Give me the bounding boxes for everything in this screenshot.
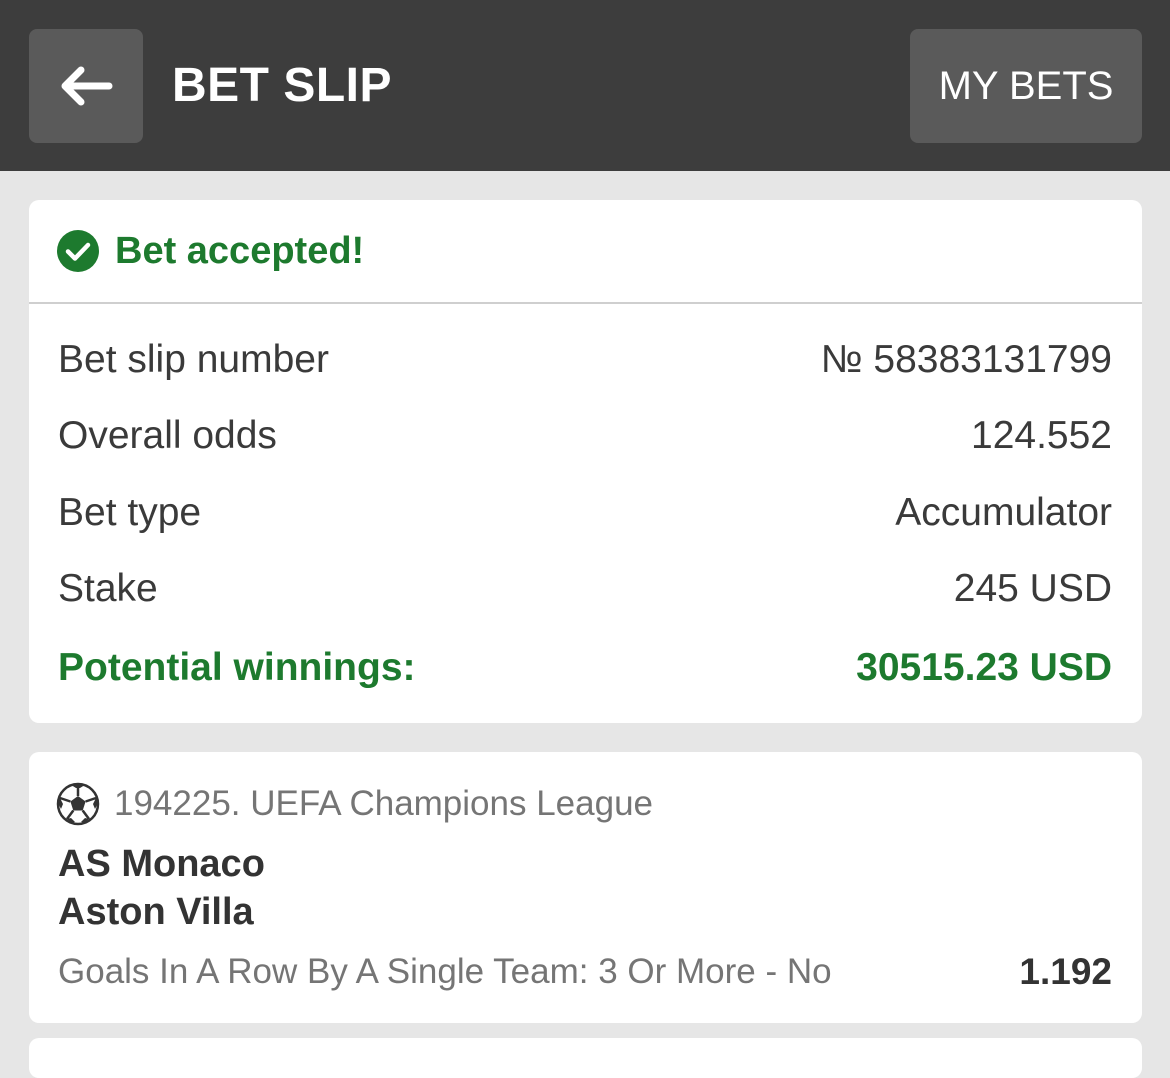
top-bar: BET SLIP MY BETS [0,0,1170,171]
league-line: 194225. UEFA Champions League [56,780,653,828]
event-card[interactable]: 194225. UEFA Champions League AS Monaco … [29,752,1142,1023]
bet-type-row: Bet type Accumulator [58,488,1112,538]
check-circle-icon [57,230,99,272]
page-title: BET SLIP [172,59,393,112]
team-home: AS Monaco [58,843,265,885]
market-row: Goals In A Row By A Single Team: 3 Or Mo… [58,948,1112,996]
league-name: 194225. UEFA Champions League [114,784,653,823]
detail-value: № 58383131799 [820,338,1112,381]
event-odds: 1.192 [1019,951,1112,992]
detail-label: Overall odds [58,414,277,457]
next-event-card[interactable] [29,1038,1142,1078]
detail-label: Bet type [58,491,202,534]
market-name: Goals In A Row By A Single Team: 3 Or Mo… [58,952,832,991]
my-bets-button[interactable]: MY BETS [910,29,1142,143]
bet-slip-number-row: Bet slip number № 58383131799 [58,335,1112,385]
overall-odds-row: Overall odds 124.552 [58,411,1112,461]
detail-value: 124.552 [971,414,1112,457]
potential-winnings-label: Potential winnings: [58,646,416,689]
team-away: Aston Villa [58,891,254,933]
back-button[interactable] [29,29,143,143]
bet-summary-card: Bet accepted! Bet slip number № 58383131… [29,200,1142,723]
bet-accepted-banner: Bet accepted! [29,200,1142,304]
arrow-left-icon [61,66,113,106]
detail-label: Bet slip number [58,338,329,381]
bet-accepted-text: Bet accepted! [115,229,365,272]
detail-value: Accumulator [895,491,1112,534]
detail-label: Stake [58,567,158,610]
detail-value: 245 USD [953,567,1112,610]
potential-winnings-row: Potential winnings: 30515.23 USD [58,643,1112,693]
potential-winnings-value: 30515.23 USD [856,646,1112,689]
soccer-ball-icon [56,782,100,826]
stake-row: Stake 245 USD [58,564,1112,614]
